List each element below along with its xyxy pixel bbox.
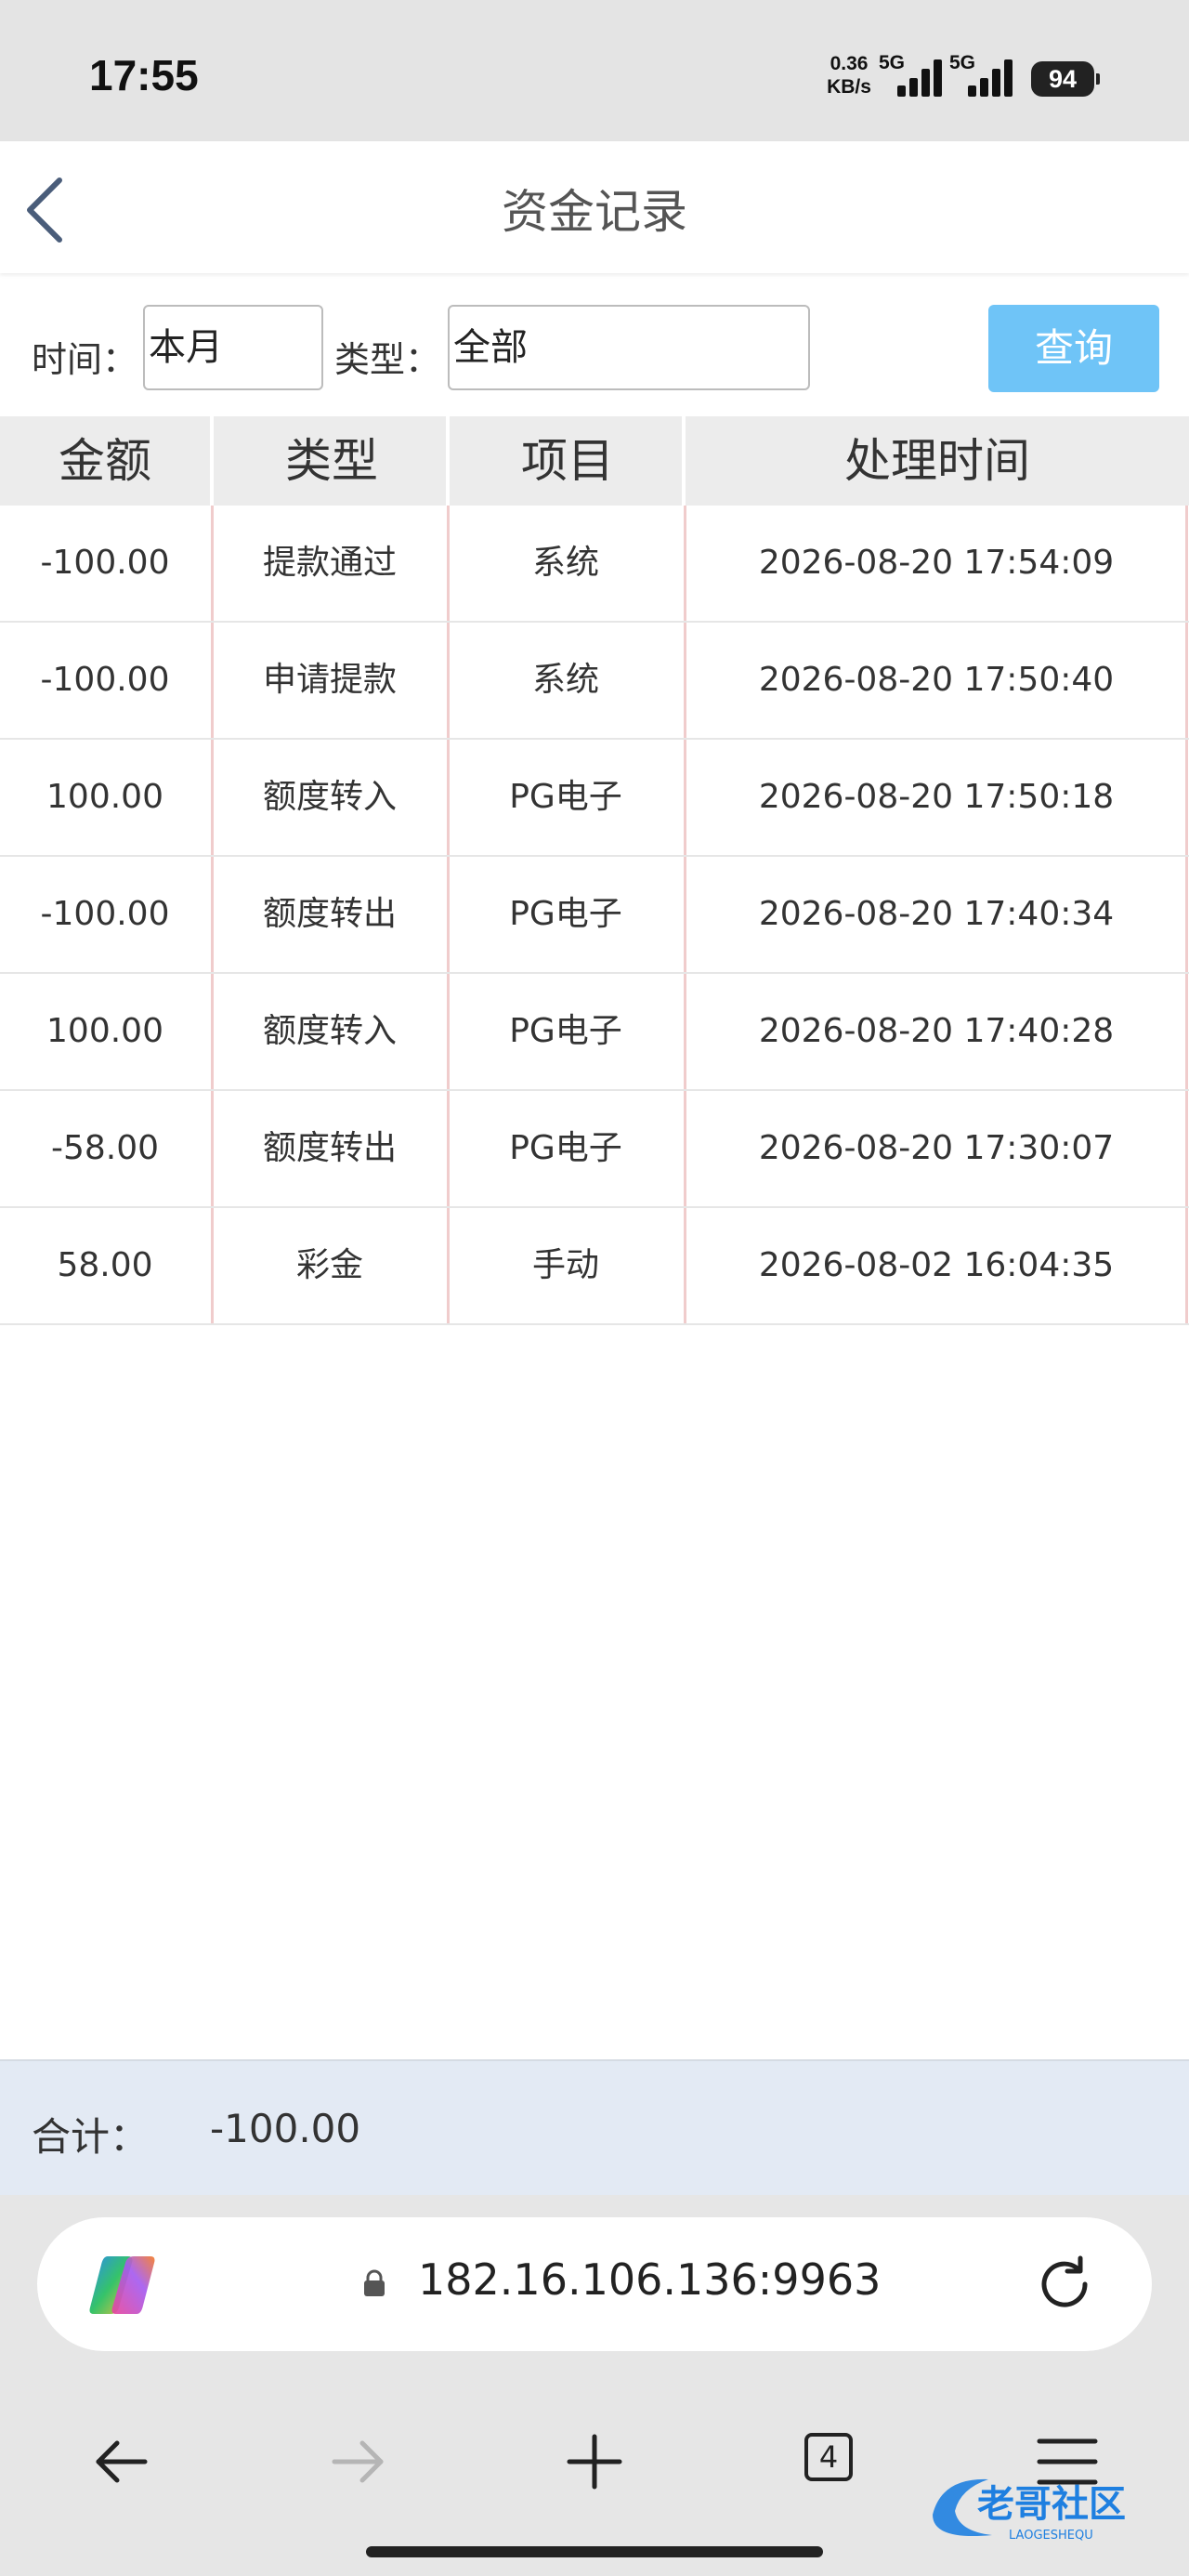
watermark-text: 老哥社区 — [977, 2483, 1126, 2526]
cell-amount: -100.00 — [40, 895, 170, 933]
signal-icon-sim2: 5G — [949, 52, 1024, 97]
address-bar[interactable]: 182.16.106.136:9963 — [37, 2217, 1152, 2351]
table-row: 58.00 彩金 手动 2026-08-02 16:04:35 — [0, 1208, 1189, 1325]
cell-amount: -100.00 — [40, 661, 170, 699]
cell-time: 2026-08-20 17:50:40 — [758, 661, 1115, 699]
cell-amount: -58.00 — [50, 1129, 160, 1167]
cell-item: PG电子 — [509, 895, 622, 933]
total-label: 合计： — [32, 2114, 150, 2160]
column-header-type: 类型 — [210, 416, 450, 506]
new-tab-plus-icon[interactable] — [543, 2411, 646, 2513]
time-filter-select[interactable]: 本月 — [143, 305, 323, 390]
cell-type: 额度转入 — [262, 1012, 397, 1050]
table-row: 100.00 额度转入 PG电子 2026-08-20 17:40:28 — [0, 974, 1189, 1091]
cell-item: PG电子 — [509, 1012, 622, 1050]
table-row: -100.00 申请提款 系统 2026-08-20 17:50:40 — [0, 623, 1189, 740]
time-filter-label: 时间： — [32, 339, 138, 380]
cell-item: 系统 — [531, 661, 599, 699]
cell-amount: 100.00 — [46, 778, 163, 816]
cell-item: PG电子 — [509, 1129, 622, 1167]
page-header: 资金记录 — [0, 141, 1189, 273]
cell-amount: 58.00 — [57, 1246, 153, 1284]
type-filter-select[interactable]: 全部 — [448, 305, 810, 390]
cell-type: 额度转入 — [262, 778, 397, 816]
column-header-amount: 金额 — [59, 434, 151, 488]
tabs-icon[interactable]: 4 — [804, 2433, 853, 2481]
cell-amount: 100.00 — [46, 1012, 163, 1050]
status-time: 17:55 — [89, 51, 199, 99]
cell-amount: -100.00 — [40, 544, 170, 582]
table-row: -100.00 额度转出 PG电子 2026-08-20 17:40:34 — [0, 857, 1189, 974]
column-header-item: 项目 — [446, 416, 686, 506]
cell-time: 2026-08-20 17:30:07 — [758, 1129, 1115, 1167]
back-arrow-icon[interactable] — [71, 2411, 173, 2513]
cell-type: 额度转出 — [262, 1129, 397, 1167]
cell-item: 手动 — [531, 1246, 599, 1284]
cell-time: 2026-08-20 17:50:18 — [758, 778, 1115, 816]
table-row: -100.00 提款通过 系统 2026-08-20 17:54:09 — [0, 506, 1189, 623]
network-speed-unit: KB/s — [827, 76, 871, 98]
network-speed: 0.36 KB/s — [821, 52, 877, 99]
cell-type: 提款通过 — [262, 544, 397, 582]
page-title: 资金记录 — [502, 185, 687, 239]
status-bar: 17:55 0.36 KB/s 5G 5G 94 — [0, 0, 1189, 141]
column-header-time: 处理时间 — [682, 416, 1189, 506]
cell-type: 额度转出 — [262, 895, 397, 933]
cell-item: 系统 — [531, 544, 599, 582]
forward-arrow-icon[interactable] — [307, 2411, 409, 2513]
reload-icon[interactable] — [1031, 2251, 1098, 2318]
cell-time: 2026-08-20 17:54:09 — [758, 544, 1115, 582]
lock-icon — [364, 2269, 385, 2296]
network-speed-value: 0.36 — [830, 53, 869, 74]
copilot-icon[interactable] — [87, 2253, 158, 2318]
watermark-subtext: LAOGESHEQU — [1009, 2529, 1093, 2543]
cell-type: 申请提款 — [262, 661, 397, 699]
watermark-logo: 老哥社区 LAOGESHEQU — [933, 2478, 1126, 2543]
cell-time: 2026-08-20 17:40:34 — [758, 895, 1115, 933]
query-button[interactable]: 查询 — [988, 305, 1159, 392]
type-filter-label: 类型： — [334, 339, 441, 380]
cell-type: 彩金 — [295, 1246, 363, 1284]
total-bar: 合计： -100.00 — [0, 2059, 1189, 2195]
cell-item: PG电子 — [509, 778, 622, 816]
url-text[interactable]: 182.16.106.136:9963 — [418, 2254, 881, 2305]
cell-time: 2026-08-20 17:40:28 — [758, 1012, 1115, 1050]
signal-icon-sim1: 5G — [879, 52, 953, 97]
battery-icon: 94 — [1031, 61, 1100, 97]
cell-time: 2026-08-02 16:04:35 — [758, 1246, 1115, 1284]
home-indicator[interactable] — [366, 2546, 823, 2557]
total-value: -100.00 — [210, 2106, 361, 2151]
table-row: 100.00 额度转入 PG电子 2026-08-20 17:50:18 — [0, 740, 1189, 857]
table-header: 金额 类型 项目 处理时间 — [0, 416, 1189, 506]
filter-bar: 时间： 本月 类型： 全部 查询 — [0, 299, 1189, 401]
table-row: -58.00 额度转出 PG电子 2026-08-20 17:30:07 — [0, 1091, 1189, 1208]
